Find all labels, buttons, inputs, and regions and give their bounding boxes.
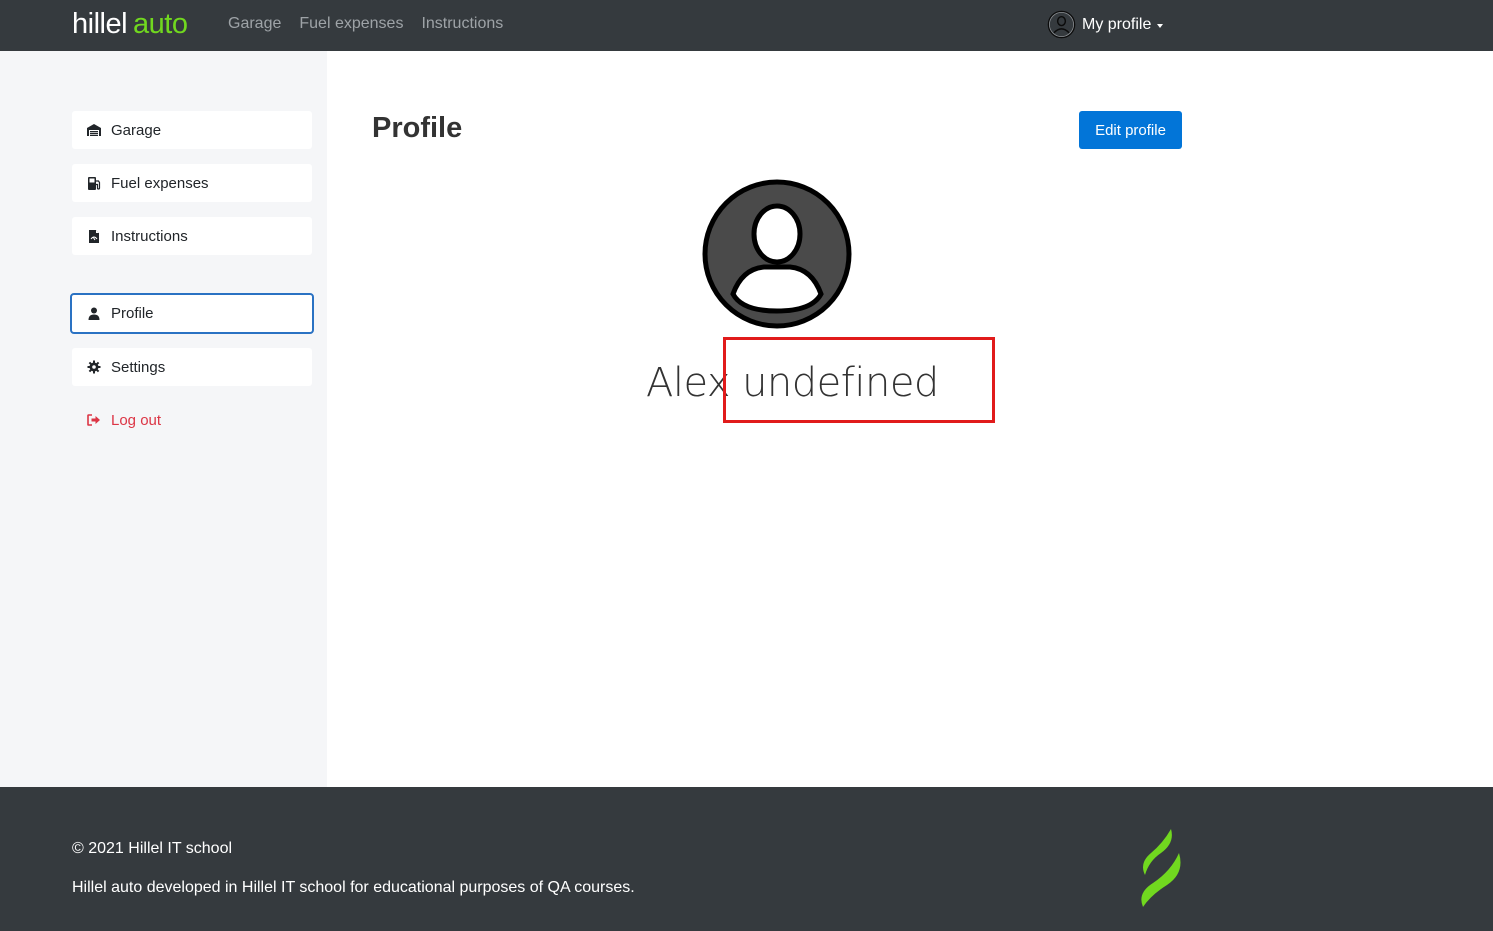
sidebar-item-profile[interactable]: Profile: [70, 293, 314, 334]
sidebar-item-logout[interactable]: Log out: [72, 401, 312, 439]
sidebar-item-label: Settings: [111, 358, 166, 376]
sidebar-item-fuel-expenses[interactable]: Fuel expenses: [72, 164, 312, 202]
top-nav: Garage Fuel expenses Instructions: [228, 15, 503, 33]
garage-icon: [86, 122, 102, 138]
sidebar-item-instructions[interactable]: Instructions: [72, 217, 312, 255]
sidebar: Garage Fuel expenses Instructions Profil…: [0, 51, 327, 787]
sidebar-item-label: Profile: [111, 305, 154, 322]
caret-down-icon: [1157, 23, 1164, 28]
footer: © 2021 Hillel IT school Hillel auto deve…: [0, 787, 1493, 931]
profile-first-name: Alex: [646, 360, 731, 406]
annotation-highlight-box: [723, 337, 995, 423]
my-profile-label: My profile: [1082, 15, 1152, 33]
fuel-icon: [86, 175, 102, 191]
edit-profile-button[interactable]: Edit profile: [1079, 111, 1182, 149]
footer-description: Hillel auto developed in Hillel IT schoo…: [72, 879, 635, 896]
pdf-file-icon: [86, 228, 102, 244]
top-navbar: hillel auto Garage Fuel expenses Instruc…: [0, 0, 1493, 51]
hillel-auto-logo[interactable]: hillel auto: [72, 6, 188, 42]
page-title: Profile: [372, 112, 463, 144]
user-icon: [86, 306, 102, 322]
top-nav-instructions-link[interactable]: Instructions: [421, 15, 503, 33]
top-nav-garage-link[interactable]: Garage: [228, 15, 281, 33]
logo-hillel-text: hillel: [72, 8, 128, 40]
footer-copyright: © 2021 Hillel IT school: [72, 840, 233, 857]
sidebar-item-label: Instructions: [111, 227, 188, 245]
profile-avatar-icon: [702, 179, 852, 329]
sign-out-icon: [86, 412, 102, 428]
logout-label: Log out: [111, 411, 162, 429]
sidebar-item-label: Garage: [111, 121, 162, 139]
user-avatar-icon: [1047, 10, 1076, 39]
sidebar-item-label: Fuel expenses: [111, 174, 209, 192]
gear-icon: [86, 359, 102, 375]
top-nav-fuel-expenses-link[interactable]: Fuel expenses: [299, 15, 403, 33]
sidebar-item-settings[interactable]: Settings: [72, 348, 312, 386]
logo-auto-text: auto: [133, 8, 188, 40]
my-profile-dropdown[interactable]: My profile: [1047, 10, 1164, 39]
hillel-leaf-logo-icon: [1141, 829, 1181, 907]
sidebar-item-garage[interactable]: Garage: [72, 111, 312, 149]
